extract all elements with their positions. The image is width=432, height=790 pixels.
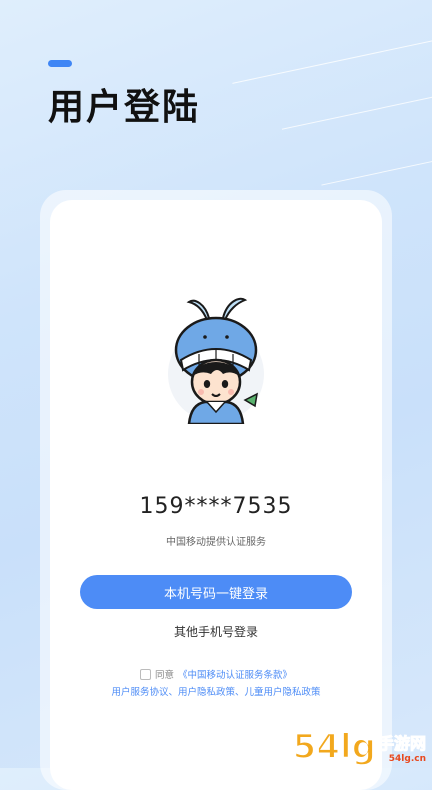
masked-phone-number: 159****7535 bbox=[139, 494, 293, 519]
site-watermark-logo: 54lg 手游网 54lg.cn bbox=[292, 727, 427, 767]
title-accent-bar bbox=[48, 60, 72, 67]
agreement-checkbox[interactable] bbox=[139, 668, 151, 680]
carrier-note: 中国移动提供认证服务 bbox=[166, 537, 266, 548]
watermark-cn: 手游网 bbox=[377, 734, 426, 754]
cmcc-terms-link[interactable]: 《中国移动认证服务条款》 bbox=[178, 667, 292, 681]
page-title: 用户登陆 bbox=[48, 87, 201, 128]
one-click-login-button[interactable]: 本机号码一键登录 bbox=[80, 575, 352, 609]
other-phone-login-link[interactable]: 其他手机号登录 bbox=[0, 623, 432, 640]
watermark-en: 54lg.cn bbox=[388, 754, 426, 764]
user-avatar bbox=[168, 297, 264, 424]
policy-links[interactable]: 用户服务协议、用户隐私政策、儿童用户隐私政策 bbox=[0, 684, 432, 698]
watermark-number: 54lg bbox=[292, 727, 377, 767]
agreement-row: 同意 《中国移动认证服务条款》 bbox=[0, 667, 432, 681]
background-decoration bbox=[321, 155, 432, 186]
agree-text: 同意 bbox=[154, 670, 174, 681]
watermark-text: 手游网 54lg.cn bbox=[377, 730, 426, 765]
background-decoration bbox=[232, 37, 432, 84]
background-decoration bbox=[281, 91, 432, 130]
